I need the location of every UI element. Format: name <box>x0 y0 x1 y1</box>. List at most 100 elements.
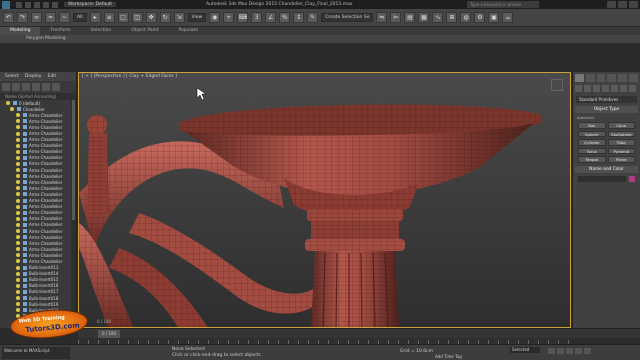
maxscript-listener[interactable]: Welcome to MAXScript. <box>2 347 70 359</box>
torus-button[interactable]: Torus <box>578 147 606 154</box>
sphere-button[interactable]: Sphere <box>578 130 606 137</box>
tab-populate[interactable]: Populate <box>169 27 209 35</box>
visibility-bulb-icon[interactable] <box>16 204 20 209</box>
time-slider-knob[interactable]: 0 / 100 <box>98 330 120 338</box>
viewport-label[interactable]: [ + ] [Perspective ] [ Clay + Edged Face… <box>82 74 177 79</box>
filter-cameras-icon[interactable] <box>32 83 40 91</box>
teapot-button[interactable]: Teapot <box>578 156 606 163</box>
visibility-bulb-icon[interactable] <box>16 283 20 288</box>
visibility-bulb-icon[interactable] <box>16 149 20 154</box>
rotate-icon[interactable]: ↻ <box>159 12 171 23</box>
previous-frame-icon[interactable] <box>557 348 564 354</box>
menu-edit[interactable]: Edit <box>47 72 56 81</box>
workspace-dropdown[interactable]: Workspace: Default <box>64 2 116 7</box>
add-time-tag-button[interactable]: Add Time Tag <box>435 354 462 359</box>
visibility-bulb-icon[interactable] <box>16 229 20 234</box>
search-input[interactable]: Type a keyword or phrase <box>467 1 539 8</box>
render-production-icon[interactable]: ☕ <box>502 12 514 23</box>
explorer-scrollbar[interactable] <box>71 100 76 326</box>
visibility-bulb-icon[interactable] <box>16 180 20 185</box>
window-crossing-icon[interactable]: ◫ <box>131 12 143 23</box>
visibility-bulb-icon[interactable] <box>16 302 20 307</box>
tab-selection[interactable]: Selection <box>81 27 122 35</box>
go-to-end-icon[interactable] <box>584 348 591 354</box>
named-selection-dropdown[interactable]: Create Selection Se <box>321 13 374 22</box>
visibility-bulb-icon[interactable] <box>16 192 20 197</box>
undo-icon[interactable] <box>43 1 49 8</box>
redo-icon[interactable] <box>52 1 58 8</box>
menu-select[interactable]: Select <box>5 72 19 81</box>
mirror-icon[interactable]: ⇋ <box>376 12 388 23</box>
scrollbar-thumb[interactable] <box>72 100 75 220</box>
next-frame-icon[interactable] <box>575 348 582 354</box>
app-logo-icon[interactable] <box>2 0 10 9</box>
filter-lights-icon[interactable] <box>22 83 30 91</box>
visibility-bulb-icon[interactable] <box>16 271 20 276</box>
display-tab-icon[interactable] <box>618 74 628 82</box>
visibility-bulb-icon[interactable] <box>16 186 20 191</box>
visibility-bulb-icon[interactable] <box>10 107 14 112</box>
redo-button[interactable]: ↷ <box>17 12 28 23</box>
cone-button[interactable]: Cone <box>607 122 635 129</box>
visibility-bulb-icon[interactable] <box>16 247 20 252</box>
minimize-icon[interactable] <box>607 1 616 8</box>
schematic-view-icon[interactable]: ⊞ <box>446 12 458 23</box>
menu-display[interactable]: Display <box>25 72 42 81</box>
object-type-rollout[interactable]: Object Type <box>575 106 638 113</box>
manipulate-icon[interactable]: + <box>223 12 235 23</box>
key-filter-dropdown[interactable]: Selected <box>510 347 540 353</box>
visibility-bulb-icon[interactable] <box>16 113 20 118</box>
tab-modeling[interactable]: Modeling <box>0 27 41 35</box>
save-file-icon[interactable] <box>34 1 40 8</box>
unlink-icon[interactable]: ≈ <box>45 12 56 23</box>
open-file-icon[interactable] <box>25 1 31 8</box>
render-setup-icon[interactable]: ⚙ <box>474 12 486 23</box>
visibility-bulb-icon[interactable] <box>16 259 20 264</box>
new-file-icon[interactable] <box>16 1 22 8</box>
select-object-icon[interactable]: ▸ <box>89 12 101 23</box>
edit-named-selection-icon[interactable]: ✎ <box>307 12 319 23</box>
visibility-bulb-icon[interactable] <box>16 168 20 173</box>
select-by-name-icon[interactable]: ≡ <box>103 12 115 23</box>
visibility-bulb-icon[interactable] <box>16 235 20 240</box>
visibility-bulb-icon[interactable] <box>16 161 20 166</box>
object-color-swatch[interactable] <box>629 175 635 182</box>
plane-button[interactable]: Plane <box>607 156 635 163</box>
visibility-bulb-icon[interactable] <box>16 265 20 270</box>
link-icon[interactable]: ∞ <box>31 12 42 23</box>
systems-icon[interactable] <box>629 85 636 92</box>
cameras-icon[interactable] <box>602 85 609 92</box>
snaps-toggle-icon[interactable]: 3 <box>251 12 263 23</box>
pivot-center-icon[interactable]: ◉ <box>209 12 221 23</box>
cylinder-button[interactable]: Cylinder <box>578 139 606 146</box>
visibility-bulb-icon[interactable] <box>16 119 20 124</box>
percent-snap-icon[interactable]: % <box>279 12 291 23</box>
explorer-column-header[interactable]: Name (Sorted Ascending) <box>0 93 76 100</box>
material-editor-icon[interactable]: ◍ <box>460 12 472 23</box>
selection-filter-dropdown[interactable]: All <box>73 13 87 22</box>
lights-icon[interactable] <box>593 85 600 92</box>
scale-icon[interactable]: ⇲ <box>173 12 185 23</box>
time-slider[interactable]: 0 / 100 <box>78 328 640 338</box>
filter-helpers-icon[interactable] <box>42 83 50 91</box>
angle-snap-icon[interactable]: ∠ <box>265 12 277 23</box>
ribbon-panel-label[interactable]: Polygon Modeling <box>0 35 640 43</box>
visibility-bulb-icon[interactable] <box>16 125 20 130</box>
space-warps-icon[interactable] <box>620 85 627 92</box>
visibility-bulb-icon[interactable] <box>16 277 20 282</box>
visibility-bulb-icon[interactable] <box>16 131 20 136</box>
visibility-bulb-icon[interactable] <box>16 296 20 301</box>
perspective-viewport[interactable]: [ + ] [Perspective ] [ Clay + Edged Face… <box>78 72 571 328</box>
modify-tab-icon[interactable] <box>585 74 595 82</box>
rendered-frame-window-icon[interactable]: ▣ <box>488 12 500 23</box>
close-icon[interactable] <box>629 1 638 8</box>
visibility-bulb-icon[interactable] <box>6 101 10 106</box>
visibility-bulb-icon[interactable] <box>16 174 20 179</box>
primitive-category-dropdown[interactable]: Standard Primitives <box>576 96 637 103</box>
box-button[interactable]: Box <box>578 122 606 129</box>
visibility-bulb-icon[interactable] <box>16 253 20 258</box>
visibility-bulb-icon[interactable] <box>16 210 20 215</box>
move-icon[interactable]: ✥ <box>145 12 157 23</box>
filter-geometry-icon[interactable] <box>2 83 10 91</box>
play-icon[interactable] <box>566 348 573 354</box>
